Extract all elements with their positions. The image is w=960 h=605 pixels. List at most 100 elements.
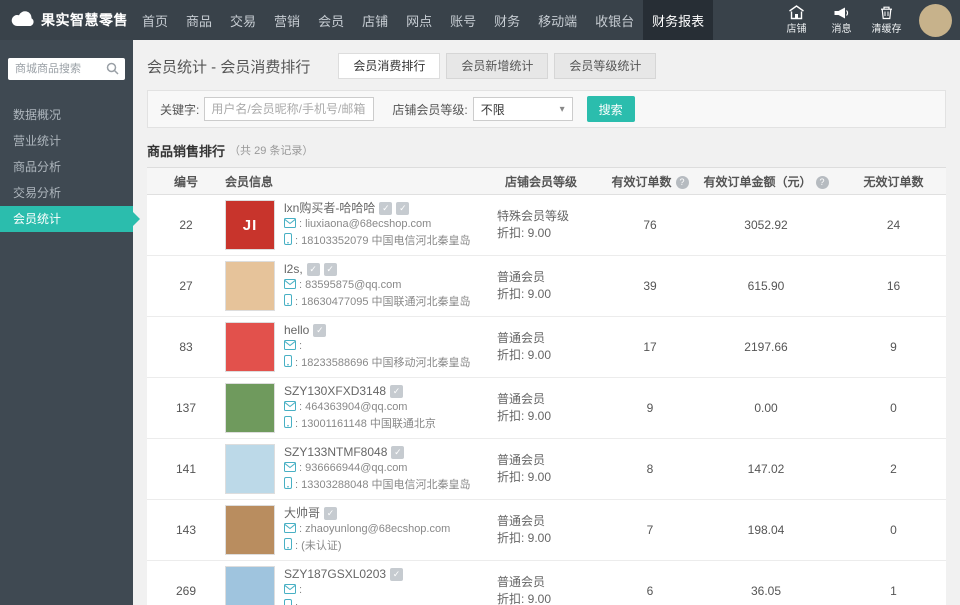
email-icon xyxy=(284,218,296,228)
valid-order-count: 9 xyxy=(609,378,691,439)
phone-icon xyxy=(284,538,292,550)
logo-text: 果实智慧零售 xyxy=(41,10,128,30)
member-badge-icon: ✓ xyxy=(379,202,392,215)
clear-cache-button[interactable]: 清缓存 xyxy=(864,0,909,40)
nav-item[interactable]: 会员 xyxy=(309,0,353,40)
member-badge-icon: ✓ xyxy=(307,263,320,276)
valid-order-amount: 198.04 xyxy=(691,500,841,561)
column-header-label: 会员信息 xyxy=(225,175,273,189)
tab-bar: 会员消费排行会员新增统计会员等级统计 xyxy=(338,53,656,79)
logo[interactable]: 果实智慧零售 xyxy=(0,0,133,40)
sidebar-item[interactable]: 交易分析 xyxy=(0,180,133,206)
help-icon[interactable]: ? xyxy=(816,176,829,189)
valid-order-count: 7 xyxy=(609,500,691,561)
search-button[interactable]: 搜索 xyxy=(587,96,635,122)
member-ranking-table: 编号 会员信息 店铺会员等级 有效订单数?有效订单金额（元）? 无效订单数 22JI lx… xyxy=(147,167,946,605)
search-icon[interactable] xyxy=(106,62,119,75)
table-row: 22JIlxn购买者-哈哈哈✓✓ : liuxiaona@68ecshop.co… xyxy=(147,195,946,256)
phone-icon xyxy=(284,477,292,489)
sidebar-item[interactable]: 会员统计 xyxy=(0,206,133,232)
phone-icon xyxy=(284,355,292,367)
phone-icon xyxy=(284,294,292,306)
sidebar-item[interactable]: 商品分析 xyxy=(0,154,133,180)
member-badge-icon: ✓ xyxy=(324,263,337,276)
member-avatar xyxy=(225,383,275,433)
column-header: 有效订单数? xyxy=(609,168,691,195)
member-grade: 普通会员 xyxy=(497,452,609,469)
member-phone: 18103352079 中国电信河北秦皇岛 xyxy=(301,235,470,247)
member-grade: 普通会员 xyxy=(497,513,609,530)
user-avatar[interactable] xyxy=(919,4,952,37)
member-id: 22 xyxy=(147,195,225,256)
nav-item[interactable]: 财务报表 xyxy=(643,0,713,40)
nav-item[interactable]: 店铺 xyxy=(353,0,397,40)
member-id: 269 xyxy=(147,561,225,605)
tool-label: 消息 xyxy=(832,25,852,35)
valid-order-amount: 36.05 xyxy=(691,561,841,605)
column-header-label: 无效订单数 xyxy=(863,175,923,189)
member-avatar xyxy=(225,322,275,372)
nav-item[interactable]: 收银台 xyxy=(586,0,643,40)
member-name: SZY187GSXL0203 xyxy=(284,567,386,581)
valid-order-count: 76 xyxy=(609,195,691,256)
sidebar-item[interactable]: 数据概况 xyxy=(0,102,133,128)
member-discount: 折扣: 9.00 xyxy=(497,591,609,605)
member-name: hello xyxy=(284,323,309,337)
grade-select[interactable]: 不限 ▾ xyxy=(473,97,573,121)
message-button[interactable]: 消息 xyxy=(819,0,864,40)
member-avatar xyxy=(225,566,275,605)
sidebar-menu: 数据概况营业统计商品分析交易分析会员统计 xyxy=(0,102,133,232)
sidebar-search xyxy=(8,58,125,80)
valid-order-count: 6 xyxy=(609,561,691,605)
nav-item[interactable]: 账号 xyxy=(441,0,485,40)
main-menu: 首页商品交易营销会员店铺网点账号财务移动端收银台财务报表 xyxy=(133,0,713,40)
chevron-down-icon: ▾ xyxy=(560,104,565,115)
shop-icon xyxy=(788,5,805,23)
invalid-order-count: 16 xyxy=(841,256,946,317)
valid-order-amount: 615.90 xyxy=(691,256,841,317)
valid-order-count: 39 xyxy=(609,256,691,317)
member-name: 大帅哥 xyxy=(284,506,320,520)
tab[interactable]: 会员消费排行 xyxy=(338,53,440,79)
nav-item[interactable]: 财务 xyxy=(485,0,529,40)
nav-item[interactable]: 交易 xyxy=(221,0,265,40)
tool-label: 店铺 xyxy=(787,25,807,35)
tab[interactable]: 会员新增统计 xyxy=(446,53,548,79)
member-phone: 18233588696 中国移动河北秦皇岛 xyxy=(301,357,470,369)
tab[interactable]: 会员等级统计 xyxy=(554,53,656,79)
email-icon xyxy=(284,279,296,289)
nav-item[interactable]: 首页 xyxy=(133,0,177,40)
phone-icon xyxy=(284,416,292,428)
column-header: 有效订单金额（元）? xyxy=(691,168,841,195)
member-avatar: JI xyxy=(225,200,275,250)
shop-button[interactable]: 店铺 xyxy=(774,0,819,40)
member-grade: 普通会员 xyxy=(497,269,609,286)
section-title: 商品销售排行 xyxy=(147,141,225,160)
invalid-order-count: 9 xyxy=(841,317,946,378)
member-discount: 折扣: 9.00 xyxy=(497,347,609,364)
member-name: SZY130XFXD3148 xyxy=(284,384,386,398)
member-avatar xyxy=(225,261,275,311)
member-id: 141 xyxy=(147,439,225,500)
message-icon xyxy=(833,6,850,23)
invalid-order-count: 2 xyxy=(841,439,946,500)
table-row: 269SZY187GSXL0203✓ : : 普通会员折扣: 9.00636.0… xyxy=(147,561,946,605)
column-header-label: 店铺会员等级 xyxy=(505,175,577,189)
member-name: lxn购买者-哈哈哈 xyxy=(284,201,375,215)
navbar-toolbar: 店铺 消息 清缓存 xyxy=(774,0,909,40)
member-discount: 折扣: 9.00 xyxy=(497,530,609,547)
email-icon xyxy=(284,401,296,411)
nav-item[interactable]: 商品 xyxy=(177,0,221,40)
help-icon[interactable]: ? xyxy=(676,176,689,189)
column-header-label: 编号 xyxy=(174,175,198,189)
sidebar-item[interactable]: 营业统计 xyxy=(0,128,133,154)
member-email: 464363904@qq.com xyxy=(305,401,407,413)
clear-cache-icon xyxy=(879,5,894,23)
nav-item[interactable]: 网点 xyxy=(397,0,441,40)
nav-item[interactable]: 移动端 xyxy=(529,0,586,40)
member-id: 137 xyxy=(147,378,225,439)
nav-item[interactable]: 营销 xyxy=(265,0,309,40)
invalid-order-count: 0 xyxy=(841,378,946,439)
keyword-input[interactable] xyxy=(204,97,374,121)
member-badge-icon: ✓ xyxy=(390,385,403,398)
